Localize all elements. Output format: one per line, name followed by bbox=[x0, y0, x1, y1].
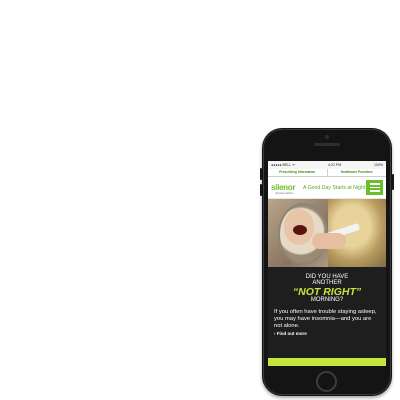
logo-subtitle: (doxepin) tablets bbox=[275, 191, 294, 195]
tagline: A Good Day Starts at Night bbox=[303, 184, 366, 191]
yawning-mouth-graphic bbox=[293, 225, 307, 235]
menu-line-icon bbox=[369, 183, 380, 185]
front-camera bbox=[325, 135, 329, 139]
promo-line-4: MORNING? bbox=[310, 297, 344, 303]
prescribing-info-link[interactable]: Prescribing Information bbox=[268, 169, 328, 176]
promo-body: If you often have trouble staying asleep… bbox=[274, 309, 377, 329]
hero-image bbox=[268, 199, 386, 267]
volume-button bbox=[260, 168, 262, 180]
top-links-bar: Prescribing Information Healthcare Provi… bbox=[268, 169, 386, 177]
menu-line-icon bbox=[369, 186, 380, 189]
battery-indicator: 100% bbox=[374, 163, 383, 167]
menu-line-icon bbox=[369, 190, 380, 192]
carrier-label: ●●●●● BELL ᯤ bbox=[271, 162, 296, 167]
smartphone: ●●●●● BELL ᯤ 4:21 PM 100% Prescribing In… bbox=[260, 128, 394, 396]
footer-green-bar bbox=[268, 358, 386, 366]
phone-screen: ●●●●● BELL ᯤ 4:21 PM 100% Prescribing In… bbox=[268, 161, 386, 366]
home-button[interactable] bbox=[316, 371, 337, 392]
promo-headline: “NOT RIGHT” bbox=[292, 286, 362, 298]
healthcare-providers-link[interactable]: Healthcare Providers bbox=[328, 169, 387, 176]
site-header: silenor (doxepin) tablets A Good Day Sta… bbox=[268, 177, 386, 199]
hamburger-menu-button[interactable] bbox=[366, 180, 383, 195]
volume-button bbox=[260, 184, 262, 196]
earpiece-speaker bbox=[314, 143, 340, 146]
clock: 4:21 PM bbox=[328, 163, 342, 167]
logo-wordmark: silenor bbox=[271, 182, 296, 192]
silenor-logo[interactable]: silenor (doxepin) tablets bbox=[271, 180, 297, 196]
promo-panel: DID YOU HAVE ANOTHER “NOT RIGHT” MORNING… bbox=[268, 267, 386, 359]
find-out-more-link[interactable]: › Find out more bbox=[274, 331, 380, 336]
hand-graphic bbox=[312, 233, 346, 249]
power-button bbox=[392, 174, 394, 190]
status-bar: ●●●●● BELL ᯤ 4:21 PM 100% bbox=[268, 161, 386, 169]
